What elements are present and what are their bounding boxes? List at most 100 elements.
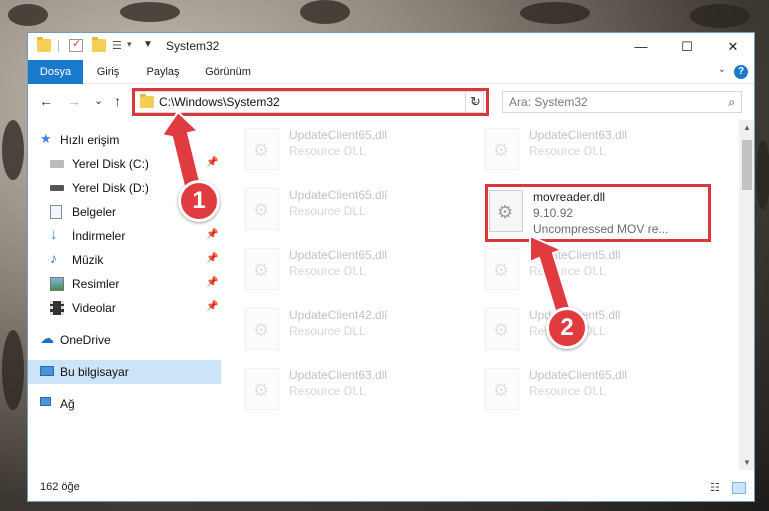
file-item[interactable]: UpdateClient65.dll Resource DLL — [243, 244, 473, 294]
file-item[interactable]: UpdateClient42.dll Resource DLL — [243, 304, 473, 354]
sidebar-item-drive-c[interactable]: Yerel Disk (C:) 📌 — [28, 152, 221, 176]
title-bar: ✓ ☰ ▾ ▼ System32 — ☐ ✕ — [28, 33, 754, 60]
file-type: Resource DLL — [289, 384, 366, 398]
properties-icon[interactable]: ✓ — [69, 38, 83, 52]
videos-icon — [50, 301, 64, 315]
file-version: 9.10.92 — [533, 206, 574, 220]
callout-2: 2 — [546, 307, 588, 349]
network-icon — [40, 397, 51, 406]
file-item[interactable]: UpdateClient65.dll Resource DLL — [243, 184, 473, 234]
pictures-icon — [50, 277, 64, 291]
file-item[interactable]: UpdateClient63.dll Resource DLL — [483, 124, 713, 174]
file-name: UpdateClient42.dll — [289, 308, 388, 322]
customize-toolbar-icon[interactable]: ▼ — [143, 39, 157, 52]
file-item-movreader[interactable]: movreader.dll 9.10.92 Uncompressed MOV r… — [487, 186, 717, 236]
file-item[interactable]: UpdateClient63.dll Resource DLL — [243, 364, 473, 414]
ribbon: Dosya Giriş Paylaş Görünüm ⌄ ? — [28, 60, 754, 84]
search-icon[interactable]: ⌕ — [728, 95, 735, 110]
file-type: Resource DLL — [529, 384, 606, 398]
background-spot — [690, 4, 750, 28]
maximize-button[interactable]: ☐ — [664, 33, 710, 60]
chevron-down-icon[interactable]: ▾ — [127, 39, 141, 52]
background-spot — [300, 0, 350, 24]
quick-access-toolbar-icon[interactable]: ☰ — [112, 39, 126, 52]
background-spot — [8, 4, 48, 26]
sidebar-item-this-pc[interactable]: Bu bilgisayar — [28, 360, 221, 384]
sidebar-item-videos[interactable]: Videolar 📌 — [28, 296, 221, 320]
file-item[interactable]: UpdateClient5.dll Resource DLL — [483, 304, 713, 354]
explorer-window: ✓ ☰ ▾ ▼ System32 — ☐ ✕ Dosya Giriş Payla… — [27, 32, 755, 502]
back-button[interactable]: ← — [39, 93, 53, 109]
cloud-icon: ☁ — [40, 330, 54, 346]
dll-file-icon — [489, 190, 523, 232]
file-name: UpdateClient63.dll — [529, 128, 628, 142]
address-path[interactable]: C:\Windows\System32 — [159, 95, 280, 109]
pin-icon[interactable]: 📌 — [206, 253, 218, 264]
navigation-pane: ★ Hızlı erişim Yerel Disk (C:) 📌 Yerel D… — [28, 120, 221, 470]
sidebar-item-pictures[interactable]: Resimler 📌 — [28, 272, 221, 296]
minimize-button[interactable]: — — [618, 33, 664, 60]
sidebar-item-onedrive[interactable]: ☁ OneDrive — [28, 328, 221, 352]
sidebar-item-label: Belgeler — [72, 205, 117, 219]
sidebar-item-downloads[interactable]: ↓ İndirmeler 📌 — [28, 224, 221, 248]
background-spot — [520, 2, 590, 24]
details-view-icon[interactable]: ☷ — [710, 482, 724, 494]
tab-home[interactable]: Giriş — [83, 60, 133, 84]
sidebar-item-label: Yerel Disk (C:) — [72, 157, 149, 171]
pin-icon[interactable]: 📌 — [206, 277, 218, 288]
file-item[interactable]: UpdateClient5.dll Resource DLL — [483, 244, 713, 294]
file-name: movreader.dll — [533, 190, 606, 204]
tab-view[interactable]: Görünüm — [193, 60, 263, 84]
address-bar[interactable]: C:\Windows\System32 ⌄ — [134, 91, 484, 113]
pin-icon[interactable]: 📌 — [206, 157, 218, 168]
dll-file-icon — [485, 308, 519, 350]
vertical-scrollbar[interactable]: ▲ ▼ — [739, 120, 754, 470]
computer-icon — [40, 366, 54, 376]
sidebar-item-label: Videolar — [72, 301, 116, 315]
file-type: Resource DLL — [529, 144, 606, 158]
folder-icon — [37, 37, 51, 52]
pin-icon[interactable]: 📌 — [206, 301, 218, 312]
file-item[interactable]: UpdateClient65.dll Resource DLL — [243, 124, 473, 174]
file-name: UpdateClient65.dll — [289, 128, 388, 142]
sidebar-item-label: Bu bilgisayar — [60, 365, 129, 379]
recent-locations-button[interactable]: ⌄ — [94, 94, 103, 107]
sidebar-item-quick-access[interactable]: ★ Hızlı erişim — [28, 128, 221, 152]
sidebar-item-music[interactable]: ♪ Müzik 📌 — [28, 248, 221, 272]
sidebar-item-network[interactable]: Ağ — [28, 392, 221, 416]
scroll-up-icon[interactable]: ▲ — [739, 123, 754, 132]
background-spot — [120, 2, 180, 22]
tab-share[interactable]: Paylaş — [133, 60, 193, 84]
star-icon: ★ — [40, 131, 52, 146]
up-button[interactable]: ↑ — [114, 93, 121, 109]
file-type: Resource DLL — [289, 324, 366, 338]
divider — [58, 40, 59, 52]
dll-file-icon — [485, 248, 519, 290]
tiles-view-icon[interactable] — [732, 482, 746, 494]
search-box[interactable]: Ara: System32 ⌕ — [502, 91, 742, 113]
file-type: Resource DLL — [289, 204, 366, 218]
collapse-ribbon-icon[interactable]: ⌄ — [718, 64, 726, 75]
background-spot — [2, 330, 24, 410]
downloads-icon: ↓ — [50, 226, 58, 243]
scroll-down-icon[interactable]: ▼ — [739, 458, 754, 467]
forward-button[interactable]: → — [67, 93, 81, 109]
tab-file[interactable]: Dosya — [28, 60, 83, 84]
pin-icon[interactable]: 📌 — [206, 229, 218, 240]
file-name: UpdateClient65.dll — [289, 188, 388, 202]
new-folder-icon[interactable] — [92, 37, 106, 52]
callout-1: 1 — [178, 180, 220, 222]
dll-file-icon — [245, 368, 279, 410]
file-description: Uncompressed MOV re... — [533, 222, 669, 236]
drive-icon — [50, 160, 64, 168]
scrollbar-thumb[interactable] — [742, 140, 752, 190]
help-icon[interactable]: ? — [734, 65, 748, 79]
sidebar-item-label: Resimler — [72, 277, 120, 291]
sidebar-item-label: OneDrive — [60, 333, 111, 347]
close-button[interactable]: ✕ — [710, 33, 754, 60]
folder-icon — [140, 94, 154, 108]
file-item[interactable]: UpdateClient65.dll Resource DLL — [483, 364, 713, 414]
file-type: Resource DLL — [289, 264, 366, 278]
refresh-button[interactable]: ↻ — [465, 91, 485, 113]
dll-file-icon — [485, 128, 519, 170]
